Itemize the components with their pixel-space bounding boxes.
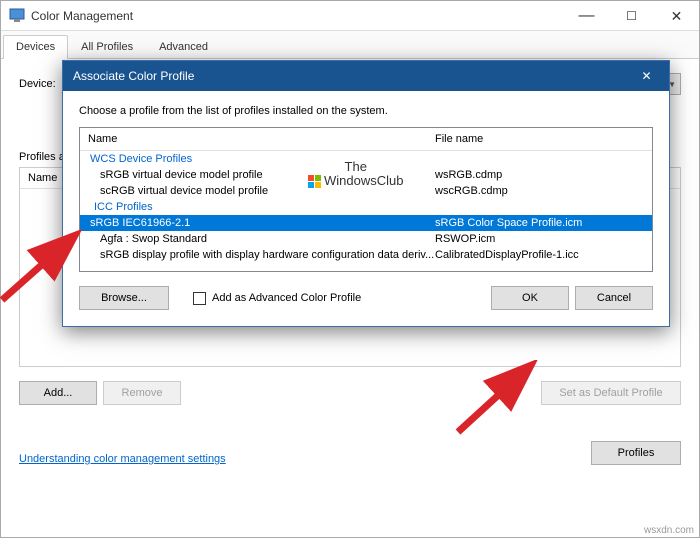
list-item[interactable]: sRGB virtual device model profile wsRGB.… — [80, 167, 652, 183]
main-close-button[interactable]: ✕ — [654, 1, 699, 31]
browse-button[interactable]: Browse... — [79, 286, 169, 310]
maximize-button[interactable]: ☐ — [609, 1, 654, 31]
remove-button: Remove — [103, 381, 181, 405]
ok-button[interactable]: OK — [491, 286, 569, 310]
tab-all-profiles[interactable]: All Profiles — [68, 35, 146, 58]
advanced-checkbox-label[interactable]: Add as Advanced Color Profile — [212, 292, 361, 304]
tab-advanced[interactable]: Advanced — [146, 35, 221, 58]
tab-devices[interactable]: Devices — [3, 35, 68, 59]
tab-strip: Devices All Profiles Advanced — [1, 31, 699, 59]
main-window-title: Color Management — [31, 9, 133, 23]
profiles-col-name: Name — [28, 172, 57, 184]
app-icon — [9, 8, 25, 24]
set-default-button: Set as Default Profile — [541, 381, 681, 405]
associate-profile-dialog: Associate Color Profile ✕ Choose a profi… — [62, 60, 670, 327]
dialog-title: Associate Color Profile — [73, 69, 194, 83]
list-item[interactable]: Agfa : Swop Standard RSWOP.icm — [80, 231, 652, 247]
col-file-header[interactable]: File name — [435, 133, 652, 145]
add-button[interactable]: Add... — [19, 381, 97, 405]
list-item[interactable]: scRGB virtual device model profile wscRG… — [80, 183, 652, 199]
profile-list[interactable]: Name File name WCS Device Profiles sRGB … — [79, 127, 653, 272]
advanced-checkbox[interactable] — [193, 292, 206, 305]
dialog-close-button[interactable]: ✕ — [624, 61, 669, 91]
dialog-title-bar: Associate Color Profile ✕ — [63, 61, 669, 91]
main-title-bar: Color Management — ☐ ✕ — [1, 1, 699, 31]
list-item[interactable]: sRGB display profile with display hardwa… — [80, 247, 652, 263]
dialog-instruction: Choose a profile from the list of profil… — [79, 105, 653, 117]
list-header: Name File name — [80, 128, 652, 151]
col-name-header[interactable]: Name — [80, 133, 435, 145]
list-item-selected[interactable]: sRGB IEC61966-2.1 sRGB Color Space Profi… — [80, 215, 652, 231]
group-icc[interactable]: ICC Profiles — [80, 199, 652, 215]
profiles-button[interactable]: Profiles — [591, 441, 681, 465]
footer-watermark: wsxdn.com — [644, 525, 694, 536]
help-link[interactable]: Understanding color management settings — [19, 453, 226, 465]
minimize-button[interactable]: — — [564, 1, 609, 31]
cancel-button[interactable]: Cancel — [575, 286, 653, 310]
group-wcs[interactable]: WCS Device Profiles — [80, 151, 652, 167]
